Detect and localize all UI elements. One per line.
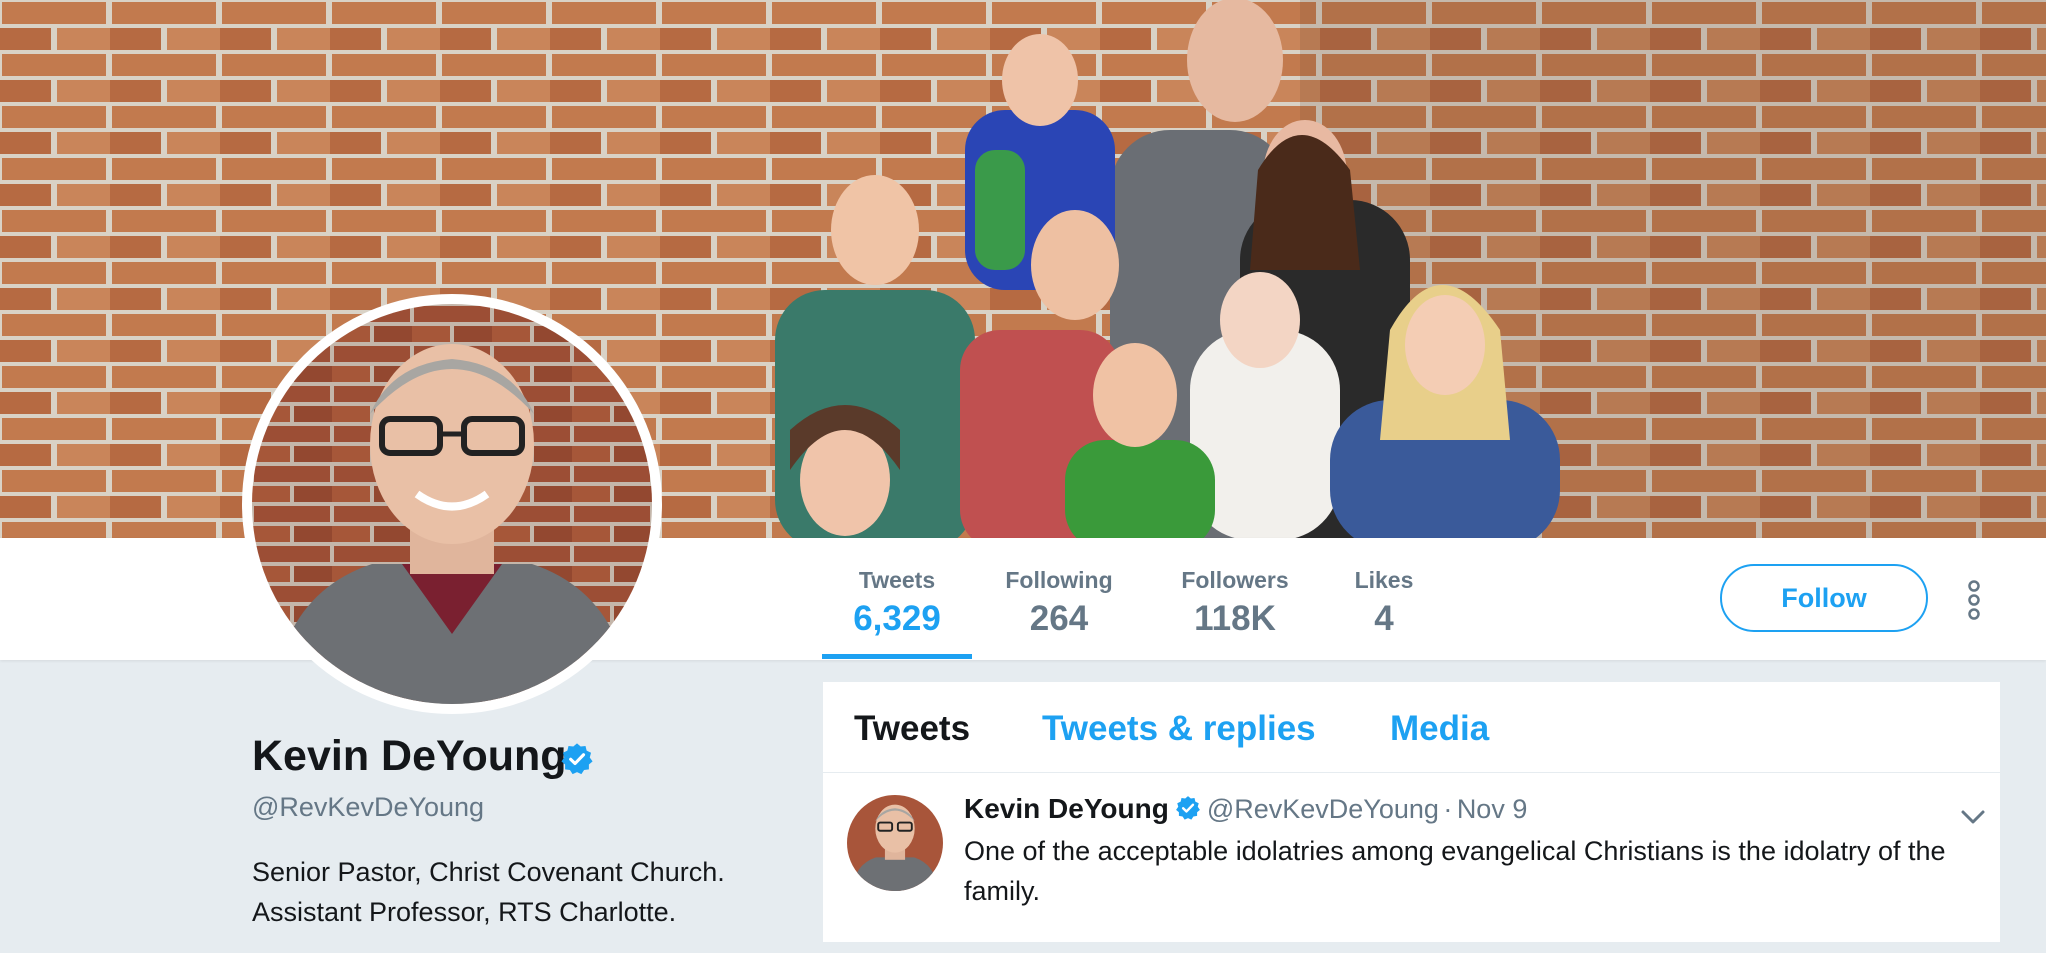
stat-followers[interactable]: Followers 118K [1168, 566, 1302, 640]
profile-handle[interactable]: @RevKevDeYoung [252, 790, 484, 824]
stat-followers-label: Followers [1181, 567, 1289, 593]
bio-line: Senior Pastor, Christ Covenant Church. [252, 857, 725, 887]
avatar-photo [252, 304, 652, 704]
active-stat-underline [822, 654, 972, 659]
follow-button[interactable]: Follow [1720, 564, 1928, 632]
tweet-options-button[interactable] [1959, 807, 1987, 832]
profile-bio: Senior Pastor, Christ Covenant Church. A… [252, 852, 812, 932]
stat-tweets[interactable]: Tweets 6,329 [838, 566, 956, 640]
stat-likes-label: Likes [1354, 567, 1414, 593]
stat-tweets-value: 6,329 [853, 599, 941, 638]
bio-line: Assistant Professor, RTS Charlotte. [252, 897, 677, 927]
tweet-header: Kevin DeYoung @RevKevDeYoung · Nov 9 [964, 791, 1527, 832]
tab-tweets[interactable]: Tweets [854, 708, 970, 750]
tab-media[interactable]: Media [1390, 708, 1489, 750]
timeline-tabs: Tweets Tweets & replies Media [823, 682, 2000, 773]
timeline-panel: Tweets Tweets & replies Media Kevin DeYo… [823, 682, 2000, 942]
more-vertical-icon [1968, 580, 1980, 620]
tweet-avatar[interactable] [847, 795, 943, 891]
verified-badge-icon [1175, 796, 1200, 820]
stat-following-label: Following [1005, 567, 1113, 593]
tweet-text: One of the acceptable idolatries among e… [964, 836, 1946, 906]
more-options-button[interactable] [1960, 578, 1988, 622]
tweet-item[interactable]: Kevin DeYoung @RevKevDeYoung · Nov 9 One… [823, 773, 2000, 953]
tweet-separator: · [1443, 794, 1453, 824]
stat-following-value: 264 [1029, 599, 1089, 638]
tab-tweets-and-replies[interactable]: Tweets & replies [1042, 708, 1316, 750]
stat-followers-value: 118K [1194, 599, 1276, 638]
stat-tweets-label: Tweets [858, 567, 936, 593]
profile-name[interactable]: Kevin DeYoung [252, 730, 567, 782]
stat-following[interactable]: Following 264 [994, 566, 1124, 640]
tweet-avatar-photo [847, 795, 943, 891]
stat-likes-value: 4 [1374, 599, 1394, 638]
stat-likes[interactable]: Likes 4 [1344, 566, 1424, 640]
tweet-timestamp[interactable]: Nov 9 [1457, 794, 1528, 824]
tweet-author-name[interactable]: Kevin DeYoung [964, 793, 1169, 824]
profile-avatar[interactable] [242, 294, 662, 714]
tweet-author-handle[interactable]: @RevKevDeYoung [1207, 794, 1439, 824]
verified-badge-icon [561, 743, 593, 775]
chevron-down-icon [1961, 810, 1985, 824]
